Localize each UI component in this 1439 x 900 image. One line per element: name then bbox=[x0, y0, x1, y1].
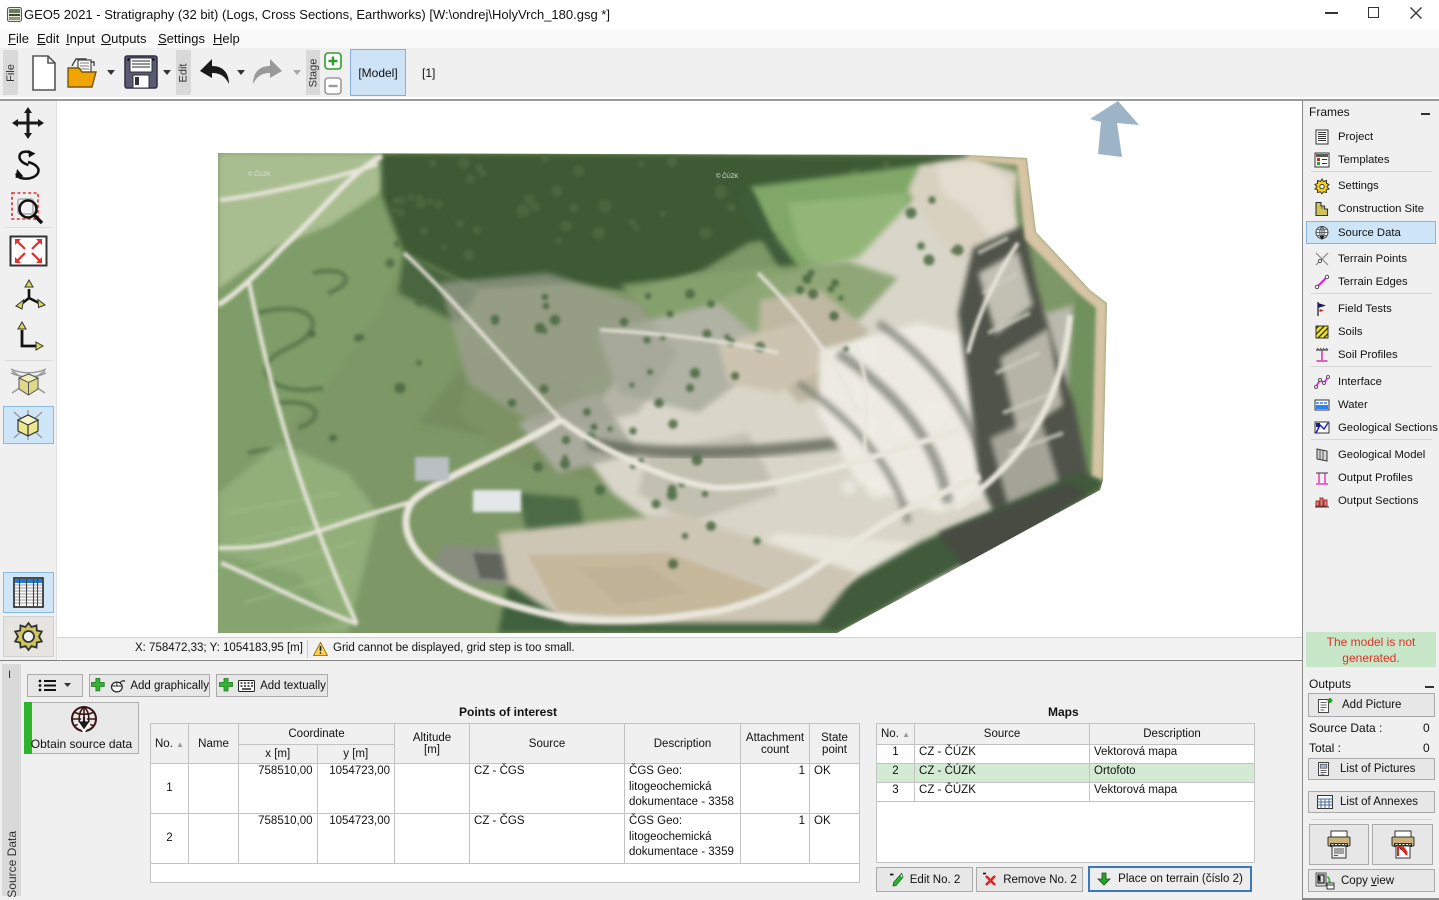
svg-text:© ČÚZK: © ČÚZK bbox=[248, 171, 270, 178]
svg-text:© ČÚZK: © ČÚZK bbox=[716, 173, 738, 180]
